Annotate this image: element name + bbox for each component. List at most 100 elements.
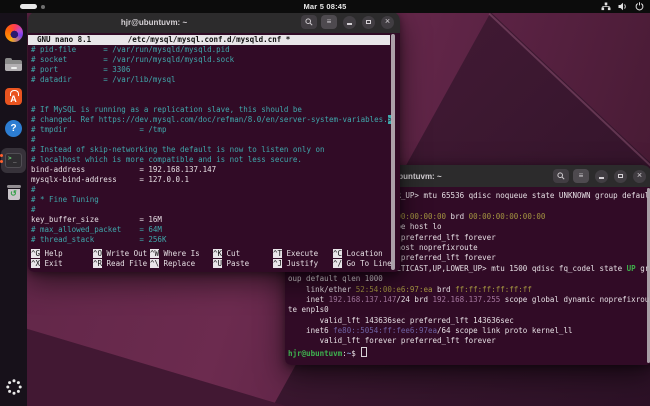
- minimize-button[interactable]: [595, 170, 608, 183]
- nano-filename: /etc/mysql/mysql.conf.d/mysqld.cnf *: [28, 35, 390, 45]
- hamburger-icon: ≡: [579, 172, 584, 180]
- dock-item-files[interactable]: [1, 52, 26, 77]
- dock-item-terminal[interactable]: >_: [1, 148, 26, 173]
- shortcut-label: Execute: [282, 249, 318, 258]
- files-icon: [5, 58, 22, 71]
- nano-terminal-titlebar[interactable]: hjr@ubuntuvm: ~ ≡ ×: [28, 11, 400, 33]
- clock[interactable]: Mar 5 08:45: [0, 2, 650, 11]
- nano-line: # max_allowed_packet = 64M: [31, 225, 392, 235]
- shortcut-key: ^R: [93, 259, 102, 268]
- nano-line: # thread_stack = 256K: [31, 235, 392, 245]
- shortcut-key: ^X: [31, 259, 40, 268]
- terminal-line: valid_lft 143636sec preferred_lft 143636…: [288, 316, 649, 326]
- system-status-area[interactable]: [601, 0, 644, 13]
- terminal-line: inet 192.168.137.147/24 brd 192.168.137.…: [288, 295, 649, 305]
- terminal-icon: >_: [5, 153, 22, 168]
- menu-button[interactable]: ≡: [573, 169, 589, 183]
- shortcut-label: Replace: [159, 259, 195, 268]
- nano-shortcut: ^W Where Is: [150, 249, 213, 259]
- nano-line: # localhost which is more compatible and…: [31, 155, 392, 165]
- power-icon: [635, 2, 644, 11]
- shortcut-label: Write Out: [102, 249, 147, 258]
- nano-terminal-window: hjr@ubuntuvm: ~ ≡ × GNU nano 8.1 /etc/my…: [28, 11, 400, 272]
- nano-line: # * Fine Tuning: [31, 195, 392, 205]
- dock-item-show-apps[interactable]: [1, 374, 26, 399]
- shortcut-key: ^C: [333, 249, 342, 258]
- terminal-cursor: [361, 347, 367, 357]
- nano-line: # pid-file = /var/run/mysqld/mysqld.pid: [31, 45, 392, 55]
- nano-line: # datadir = /var/lib/mysql: [31, 75, 392, 85]
- nano-shortcut: ^T Execute: [273, 249, 333, 259]
- nano-shortcut: ^C Location: [333, 249, 400, 259]
- shortcut-label: Help: [40, 249, 63, 258]
- nano-line: key_buffer_size = 16M: [31, 215, 392, 225]
- nano-shortcut: ^/ Go To Line: [333, 259, 400, 269]
- scrollbar[interactable]: [391, 34, 395, 270]
- scrollbar[interactable]: [647, 188, 650, 363]
- network-icon: [601, 2, 611, 11]
- search-icon: [305, 18, 313, 26]
- nano-editor-text[interactable]: # pid-file = /var/run/mysqld/mysqld.pid #…: [31, 45, 392, 245]
- shortcut-label: Location: [342, 249, 383, 258]
- volume-icon: [618, 2, 628, 11]
- menu-button[interactable]: ≡: [321, 15, 337, 29]
- dock-item-firefox[interactable]: [1, 20, 26, 45]
- terminal-line: oup default qlen 1000: [288, 274, 649, 284]
- shortcut-key: ^W: [150, 249, 159, 258]
- nano-line: # changed. Ref https://dev.mysql.com/doc…: [31, 115, 392, 125]
- close-button[interactable]: ×: [633, 170, 646, 183]
- nano-shortcut-bar: ^G Help^O Write Out^W Where Is^K Cut^T E…: [31, 249, 400, 269]
- dock-item-help[interactable]: ?: [1, 116, 26, 141]
- terminal-line: te enp1s0: [288, 305, 649, 315]
- nano-line: # Instead of skip-networking the default…: [31, 145, 392, 155]
- shortcut-key: ^U: [213, 259, 222, 268]
- top-bar: Mar 5 08:45: [0, 0, 650, 13]
- shortcut-key: ^/: [333, 259, 342, 268]
- help-icon: ?: [5, 120, 22, 137]
- terminal-line: inet6 fe80::5054:ff:fee6:97ea/64 scope l…: [288, 326, 649, 336]
- shortcut-label: Cut: [222, 249, 240, 258]
- nano-line: [31, 85, 392, 95]
- minimize-icon: [599, 177, 604, 178]
- shortcut-label: Where Is: [159, 249, 200, 258]
- nano-terminal-content[interactable]: GNU nano 8.1 /etc/mysql/mysql.conf.d/mys…: [28, 33, 400, 272]
- nano-line: # port = 3306: [31, 65, 392, 75]
- search-button[interactable]: [301, 15, 317, 29]
- maximize-button[interactable]: [614, 170, 627, 183]
- shortcut-key: ^K: [213, 249, 222, 258]
- minimize-icon: [347, 23, 352, 24]
- shortcut-label: Justify: [282, 259, 318, 268]
- minimize-button[interactable]: [343, 16, 356, 29]
- nano-line: #: [31, 205, 392, 215]
- nano-line: # tmpdir = /tmp: [31, 125, 392, 135]
- search-icon: [557, 172, 565, 180]
- shortcut-label: Go To Line: [342, 259, 392, 268]
- nano-titlebar: GNU nano 8.1 /etc/mysql/mysql.conf.d/mys…: [28, 35, 390, 45]
- nano-line: bind-address = 192.168.137.147: [31, 165, 392, 175]
- nano-shortcut: ^O Write Out: [93, 249, 150, 259]
- nano-shortcut: ^R Read File: [93, 259, 150, 269]
- maximize-icon: [618, 174, 623, 179]
- dock-item-trash[interactable]: ↺: [1, 180, 26, 205]
- firefox-icon: [5, 24, 23, 42]
- shortcut-label: Exit: [40, 259, 63, 268]
- shortcut-key: ^O: [93, 249, 102, 258]
- close-button[interactable]: ×: [381, 16, 394, 29]
- search-button[interactable]: [553, 169, 569, 183]
- maximize-button[interactable]: [362, 16, 375, 29]
- shortcut-key: ^\: [150, 259, 159, 268]
- terminal-line: hjr@ubuntuvm:~$: [288, 347, 649, 357]
- shortcut-key: ^G: [31, 249, 40, 258]
- running-indicator: [0, 154, 3, 163]
- nano-shortcut: ^J Justify: [273, 259, 333, 269]
- nano-line: mysqlx-bind-address = 127.0.0.1: [31, 175, 392, 185]
- maximize-icon: [366, 20, 371, 25]
- close-icon: ×: [637, 171, 642, 180]
- nano-line: [31, 95, 392, 105]
- shortcut-label: Read File: [102, 259, 147, 268]
- nano-shortcut: ^\ Replace: [150, 259, 213, 269]
- dock: A ? >_ ↺: [0, 13, 27, 406]
- dock-item-app-center[interactable]: A: [1, 84, 26, 109]
- nano-line: #: [31, 135, 392, 145]
- desktop: hjr@ubuntuvm: ~ ≡ × 1: lo: <LOOPBACK,UP,…: [0, 0, 650, 406]
